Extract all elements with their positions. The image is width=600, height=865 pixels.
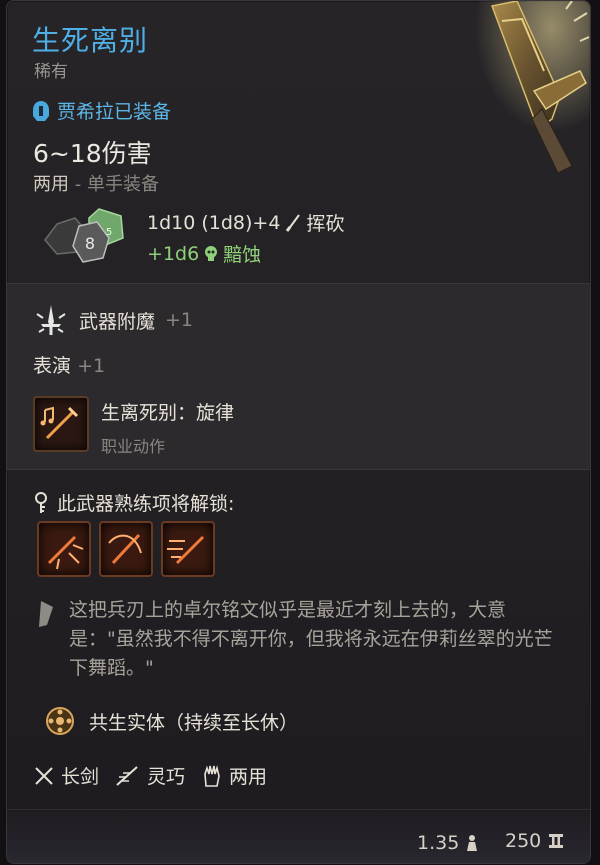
property-longsword-label: 长剑 (61, 766, 100, 788)
bonus-dice: +1d6 (147, 242, 200, 265)
action-type: 职业动作 (101, 437, 166, 456)
enchant-value: +1 (165, 309, 194, 331)
skull-icon (205, 245, 218, 261)
handedness-detail: - 单手装备 (69, 174, 159, 195)
action-name: 生离死别：旋律 (101, 402, 235, 424)
sword-illustration (462, 1, 590, 176)
key-icon (35, 491, 47, 513)
hand-icon (204, 764, 220, 787)
skill-lacerate-icon[interactable] (99, 521, 153, 577)
dice-label-8: 8 (85, 234, 95, 253)
damage-dice: 1d10 (1d8)+4 (147, 211, 281, 234)
slash-icon (286, 213, 301, 232)
proficiency-unlock: 此武器熟练项将解锁: (33, 489, 234, 516)
handedness-label: 两用 (33, 174, 69, 195)
damage-range: 6~18伤害 (33, 139, 152, 168)
enchant-label: 武器附魔 (79, 310, 156, 333)
handedness: 两用 - 单手装备 (33, 170, 159, 196)
symbiotic-entity-icon (46, 707, 74, 735)
weight-icon (467, 835, 478, 851)
weapon-properties: 长剑 灵巧 两用 (33, 762, 267, 789)
equipped-by-label: 贾希拉已装备 (57, 101, 172, 123)
damage-type-necrotic: 黯蚀 (223, 244, 262, 266)
perform-label: 表演 (33, 355, 72, 377)
lore-text: 这把兵刃上的卓尔铭文似乎是最近才刻上去的，大意是："虽然我不得不离开你，但我将永… (69, 599, 553, 679)
dice-label-5: 5 (106, 227, 112, 238)
property-longsword[interactable]: 长剑 (33, 762, 99, 789)
effects-section: 武器附魔 +1 表演 +1 生离死别：旋律 职业动作 (7, 283, 590, 470)
property-versatile[interactable]: 两用 (201, 762, 267, 789)
tooltip-footer: 1.35 250 (7, 809, 590, 863)
property-finesse[interactable]: 灵巧 (115, 762, 185, 789)
weight-value: 1.35 (417, 832, 460, 854)
property-versatile-label: 两用 (229, 766, 268, 788)
gold-icon (549, 834, 564, 848)
item-rarity: 稀有 (34, 62, 68, 82)
perform-value: +1 (77, 355, 106, 377)
enchant-sword-icon (36, 305, 66, 335)
passive-label: 共生实体（持续至长休） (89, 711, 299, 734)
unlock-text: 此武器熟练项将解锁: (57, 493, 235, 515)
skill-pommel-strike-icon[interactable] (37, 521, 91, 577)
passive-row[interactable]: 共生实体（持续至长休） (45, 706, 298, 736)
finesse-icon (116, 765, 138, 786)
helmet-icon (33, 100, 49, 121)
damage-type-slashing: 挥砍 (306, 213, 345, 235)
damage-line-slashing: 1d10 (1d8)+4 挥砍 (147, 209, 344, 236)
property-finesse-label: 灵巧 (147, 766, 186, 788)
enchantment-row: 武器附魔 +1 (33, 302, 193, 338)
proficiency-skills (37, 521, 215, 577)
class-action-row[interactable]: 生离死别：旋律 职业动作 (33, 396, 234, 457)
performance-row: 表演 +1 (33, 351, 105, 378)
quill-icon (39, 601, 53, 627)
item-tooltip: 生死离别 稀有 贾希拉已装备 6~18伤害 两用 - 单手装备 8 5 1d10… (6, 0, 591, 864)
dice-icon: 8 5 (44, 208, 124, 263)
item-weight: 1.35 (417, 832, 479, 854)
crossed-swords-icon (35, 766, 53, 785)
item-value: 250 (505, 830, 565, 852)
equipped-indicator: 贾希拉已装备 (31, 97, 171, 124)
skill-rush-attack-icon[interactable] (161, 521, 215, 577)
damage-line-necrotic: +1d6 黯蚀 (147, 240, 261, 267)
melody-action-icon[interactable] (33, 396, 89, 452)
item-name: 生死离别 (32, 24, 149, 57)
gold-value: 250 (505, 830, 542, 852)
